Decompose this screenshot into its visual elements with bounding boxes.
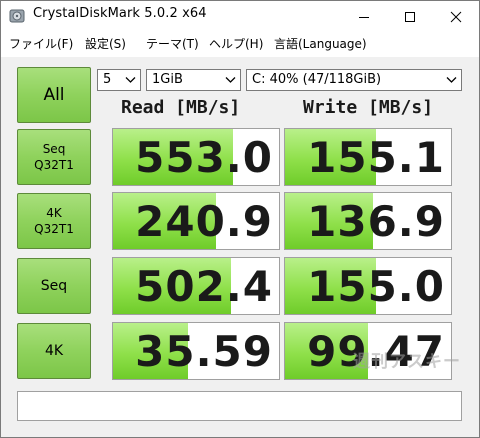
row-label-line1: 4K [44,343,64,359]
4k-button[interactable]: 4K [17,323,91,379]
menu-help[interactable]: ヘルプ(H) [209,35,263,52]
minimize-button[interactable] [341,1,387,31]
close-button[interactable] [433,1,479,31]
chevron-down-icon [446,77,457,83]
result-value: 35.59 [135,327,273,376]
row-label-line1: Seq [40,278,68,294]
row-label-line1: Seq [42,142,66,156]
result-4k-q32t1-write: 136.9 [284,192,452,250]
seq-button[interactable]: Seq [17,258,91,314]
window-title: CrystalDiskMark 5.0.2 x64 [33,6,207,21]
test-count-value: 5 [103,72,112,87]
menu-bar: ファイル(F) 設定(S) テーマ(T) ヘルプ(H) 言語(Language) [1,31,479,55]
result-value: 553.0 [135,133,273,182]
menu-settings[interactable]: 設定(S) [85,35,126,52]
all-button[interactable]: All [17,67,91,123]
title-bar[interactable]: CrystalDiskMark 5.0.2 x64 [1,1,479,31]
drive-value: C: 40% (47/118GiB) [252,72,382,87]
4k-q32t1-button[interactable]: 4K Q32T1 [17,193,91,249]
watermark-logo: 週刊アスキー [353,352,461,372]
result-seq-q32t1-read: 553.0 [112,128,280,186]
drive-select[interactable]: C: 40% (47/118GiB) [246,69,462,91]
menu-file[interactable]: ファイル(F) [9,35,73,52]
main-panel: All 5 1GiB C: 40% (47/118GiB) Read [MB/s… [1,57,479,437]
menu-theme[interactable]: テーマ(T) [146,35,199,52]
app-disk-icon [9,9,25,23]
result-value: 155.1 [307,133,445,182]
test-count-select[interactable]: 5 [97,69,141,91]
maximize-icon [405,12,415,22]
test-size-value: 1GiB [152,72,183,87]
result-4k-read: 35.59 [112,322,280,380]
result-value: 136.9 [307,197,445,246]
result-value: 240.9 [135,197,273,246]
result-value: 502.4 [135,262,273,311]
chevron-down-icon [125,77,136,83]
minimize-icon [359,17,369,18]
test-size-select[interactable]: 1GiB [146,69,241,91]
result-seq-write: 155.0 [284,257,452,315]
write-column-header: Write [MB/s] [303,97,434,118]
row-label-line1: 4K [46,206,62,220]
app-window: CrystalDiskMark 5.0.2 x64 ファイル(F) 設定(S) … [0,0,480,438]
row-label-line2: Q32T1 [34,158,74,172]
close-icon [450,11,462,23]
result-value: 155.0 [307,262,445,311]
read-column-header: Read [MB/s] [121,97,241,118]
comment-field[interactable] [17,391,462,421]
chevron-down-icon [225,77,236,83]
result-seq-read: 502.4 [112,257,280,315]
result-4k-q32t1-read: 240.9 [112,192,280,250]
row-label-line2: Q32T1 [34,222,74,236]
menu-language[interactable]: 言語(Language) [274,35,367,52]
seq-q32t1-button[interactable]: Seq Q32T1 [17,129,91,185]
maximize-button[interactable] [387,1,433,31]
result-seq-q32t1-write: 155.1 [284,128,452,186]
